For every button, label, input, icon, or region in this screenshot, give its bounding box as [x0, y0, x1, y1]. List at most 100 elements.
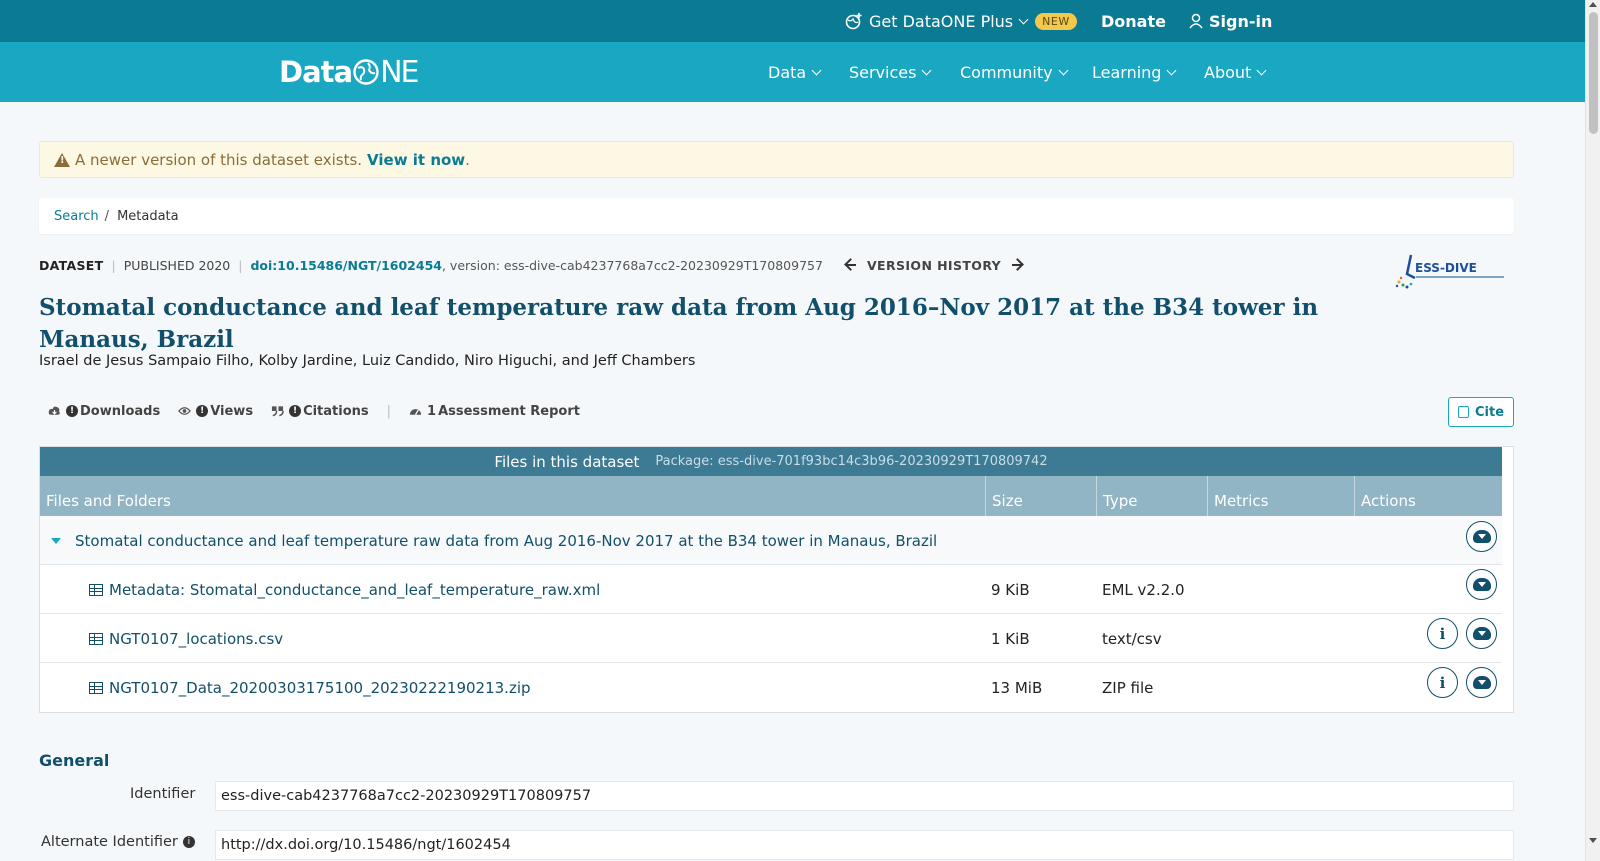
download-file-button[interactable]	[1466, 569, 1497, 600]
logo-text-data: Data	[279, 55, 353, 89]
files-table-header-row: Files and Folders Size Type Metrics Acti…	[40, 476, 1502, 516]
info-icon: !	[196, 405, 209, 417]
nav-about[interactable]: About	[1204, 42, 1267, 102]
breadcrumb-search-link[interactable]: Search	[54, 209, 99, 224]
column-header-size: Size	[986, 476, 1097, 516]
nav-data[interactable]: Data	[768, 42, 822, 102]
info-icon: i	[1439, 624, 1446, 643]
globe-plus-icon	[845, 13, 862, 30]
metrics-row: ! Downloads ! Views ! Citations | 1 Asse…	[48, 402, 598, 420]
quote-icon	[271, 406, 284, 417]
identifier-label: Identifier	[130, 786, 196, 802]
donate-link[interactable]: Donate	[1101, 0, 1166, 42]
info-icon: i	[1439, 673, 1446, 692]
copy-icon	[1457, 406, 1469, 418]
breadcrumb: Search / Metadata	[39, 198, 1514, 234]
package-toggle[interactable]: Stomatal conductance and leaf temperatur…	[51, 516, 937, 565]
citations-metric[interactable]: ! Citations	[271, 404, 369, 419]
nav-community-label: Community	[960, 62, 1053, 82]
package-name: Stomatal conductance and leaf temperatur…	[75, 531, 938, 550]
cloud-download-icon	[48, 406, 60, 415]
version-history-label: VERSION HISTORY	[866, 257, 1002, 273]
files-table-heading: Files in this dataset Package: ess-dive-…	[40, 447, 1502, 476]
chevron-down-icon	[1256, 65, 1267, 75]
user-icon	[1189, 13, 1203, 29]
scroll-down-icon[interactable]	[1589, 838, 1597, 843]
main-nav: Data NE Data Services Community Learning…	[0, 42, 1585, 102]
cite-button[interactable]: Cite	[1448, 397, 1514, 427]
cloud-download-icon	[1472, 676, 1491, 689]
package-id: Package: ess-dive-701f93bc14c3b96-202309…	[655, 454, 1048, 469]
ess-dive-logo[interactable]: ESS-DIVE	[1393, 252, 1511, 290]
table-row: NGT0107_Data_20200303175100_202302221902…	[40, 663, 1502, 712]
alert-period: .	[465, 150, 470, 169]
scroll-up-icon[interactable]	[1589, 2, 1597, 7]
files-heading: Files in this dataset	[494, 452, 640, 471]
downloads-metric[interactable]: ! Downloads	[48, 404, 160, 419]
file-name-cell[interactable]: NGT0107_locations.csv	[89, 614, 283, 663]
scrollbar-thumb[interactable]	[1589, 12, 1598, 134]
divider: |	[386, 403, 392, 419]
file-name: NGT0107_locations.csv	[109, 629, 284, 648]
alternate-identifier-value[interactable]: http://dx.doi.org/10.15486/ngt/1602454	[215, 830, 1514, 860]
previous-version-icon[interactable]	[845, 259, 857, 271]
globe-icon	[353, 59, 379, 85]
download-package-button[interactable]	[1466, 521, 1497, 552]
doi-link[interactable]: doi:10.15486/NGT/1602454	[250, 258, 442, 273]
get-dataone-plus-menu[interactable]: Get DataONE Plus NEW	[845, 0, 1077, 42]
dataset-type: DATASET	[39, 257, 104, 273]
file-type: text/csv	[1102, 629, 1162, 648]
chevron-down-icon	[1167, 65, 1177, 75]
nav-data-label: Data	[768, 62, 807, 82]
divider: |	[111, 257, 116, 273]
alternate-identifier-label: Alternate Identifier i	[41, 834, 195, 850]
downloads-label: Downloads	[80, 403, 161, 419]
dataset-authors: Israel de Jesus Sampaio Filho, Kolby Jar…	[39, 353, 696, 369]
cloud-download-icon	[1472, 578, 1491, 591]
chevron-down-icon	[1018, 14, 1029, 24]
table-row: Metadata: Stomatal_conductance_and_leaf_…	[40, 565, 1502, 614]
identifier-value[interactable]: ess-dive-cab4237768a7cc2-20230929T170809…	[215, 781, 1514, 811]
eye-icon	[178, 407, 192, 415]
logo-text-ne: NE	[380, 54, 419, 90]
nav-services[interactable]: Services	[849, 42, 932, 102]
dataset-meta-line: DATASET | PUBLISHED 2020 | doi:10.15486/…	[39, 255, 1023, 275]
cloud-download-icon	[1472, 530, 1491, 543]
file-size: 9 KiB	[991, 580, 1030, 599]
file-name-cell[interactable]: NGT0107_Data_20200303175100_202302221902…	[89, 663, 531, 712]
info-icon[interactable]: i	[182, 836, 195, 848]
file-type: ZIP file	[1102, 678, 1154, 697]
nav-learning-label: Learning	[1092, 62, 1162, 82]
sign-in-link[interactable]: Sign-in	[1189, 0, 1272, 42]
file-info-button[interactable]: i	[1427, 667, 1458, 698]
dataone-logo[interactable]: Data NE	[279, 52, 420, 92]
next-version-icon[interactable]	[1011, 259, 1023, 271]
sign-in-label: Sign-in	[1209, 11, 1273, 31]
dataset-title: Stomatal conductance and leaf temperatur…	[39, 294, 1319, 353]
file-name-cell[interactable]: Metadata: Stomatal_conductance_and_leaf_…	[89, 565, 600, 614]
breadcrumb-current: Metadata	[117, 208, 179, 224]
column-header-type: Type	[1097, 476, 1208, 516]
assessment-report-metric[interactable]: 1 Assessment Report	[409, 404, 580, 419]
dashboard-icon	[409, 409, 422, 416]
divider: |	[238, 257, 243, 273]
views-label: Views	[210, 403, 254, 419]
chevron-down-icon	[922, 65, 932, 75]
info-icon: !	[289, 405, 302, 417]
ess-dive-logo-text: ESS-DIVE	[1415, 261, 1477, 275]
table-icon	[89, 583, 103, 596]
page-scrollbar[interactable]	[1585, 0, 1600, 861]
table-icon	[89, 681, 103, 694]
column-header-metrics: Metrics	[1208, 476, 1355, 516]
nav-community[interactable]: Community	[960, 42, 1069, 102]
chevron-down-icon	[1058, 65, 1069, 75]
download-file-button[interactable]	[1466, 618, 1497, 649]
chevron-down-icon	[811, 65, 822, 75]
file-info-button[interactable]: i	[1427, 618, 1458, 649]
download-file-button[interactable]	[1466, 667, 1497, 698]
assessment-label: Assessment Report	[438, 403, 580, 419]
view-newer-version-link[interactable]: View it now	[367, 151, 465, 169]
views-metric[interactable]: ! Views	[178, 404, 253, 419]
nav-learning[interactable]: Learning	[1092, 42, 1177, 102]
nav-about-label: About	[1204, 62, 1252, 82]
